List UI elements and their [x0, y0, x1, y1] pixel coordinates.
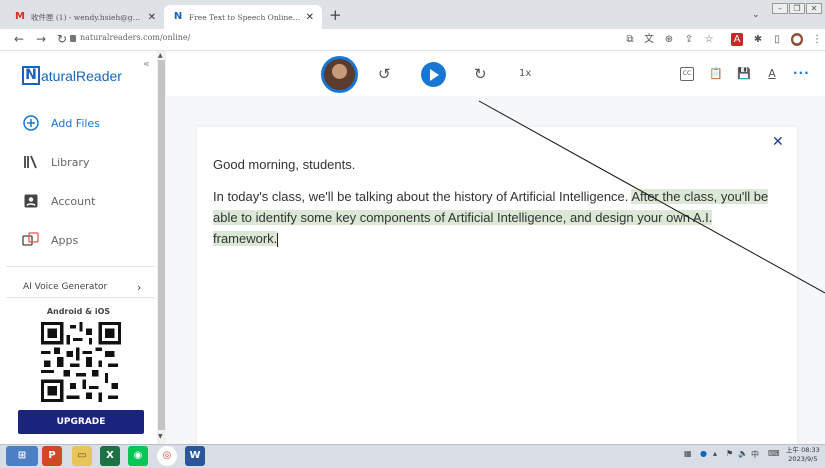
tray-keyboard-icon[interactable]: ⌨ [768, 449, 780, 458]
line-app-icon[interactable]: ◉ [128, 446, 148, 466]
clock-date: 2023/9/5 [788, 455, 818, 463]
tray-help-icon[interactable]: ● [700, 449, 707, 458]
powerpoint-icon[interactable]: P [42, 446, 62, 466]
excel-icon[interactable]: X [100, 446, 120, 466]
overlay-annotation-line [478, 100, 825, 294]
tray-ime-icon[interactable]: 中 [751, 449, 759, 460]
start-button[interactable]: ⊞ [6, 446, 38, 466]
chrome-icon[interactable]: ◎ [157, 446, 177, 466]
tray-speaker-icon[interactable]: 🔈 [738, 449, 748, 458]
tray-arrow-icon[interactable]: ▴ [713, 449, 717, 458]
tray-flag-icon[interactable]: ⚑ [726, 449, 733, 458]
tray-network-icon[interactable]: ▦ [684, 449, 692, 458]
file-explorer-icon[interactable]: ▭ [72, 446, 92, 466]
taskbar-clock[interactable]: 上午 08:33 2023/9/5 [786, 446, 820, 464]
word-icon[interactable]: W [185, 446, 205, 466]
clock-time: 上午 08:33 [786, 446, 820, 454]
